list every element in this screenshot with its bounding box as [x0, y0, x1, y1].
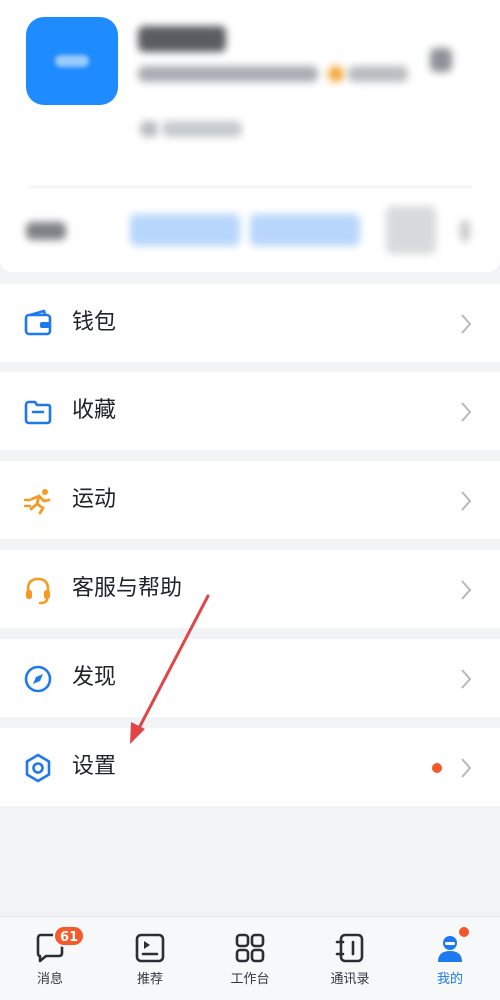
grid-icon	[233, 931, 267, 965]
profile-tag-icon	[328, 66, 344, 82]
tab-label: 推荐	[136, 972, 163, 987]
status-pill-blurred[interactable]	[250, 214, 360, 246]
wallet-icon	[22, 308, 54, 340]
avatar[interactable]	[26, 17, 118, 105]
menu-item-sports[interactable]: 运动	[0, 461, 500, 539]
profile-tag-blurred	[348, 66, 408, 82]
profile-subtitle-blurred	[138, 66, 318, 82]
profile-name-blurred	[138, 26, 226, 52]
status-pill-blurred[interactable]	[130, 214, 240, 246]
tab-me[interactable]: 我的	[400, 917, 500, 1000]
running-icon	[22, 485, 54, 517]
status-action-button[interactable]	[386, 206, 436, 254]
tab-label: 工作台	[230, 972, 270, 987]
tab-label: 通讯录	[330, 972, 370, 987]
unread-badge: 61	[53, 925, 86, 947]
menu-item-label: 钱包	[72, 310, 117, 335]
menu-item-settings[interactable]: 设置	[0, 728, 500, 806]
notification-dot	[432, 763, 442, 773]
menu-item-label: 收藏	[72, 398, 117, 423]
menu-item-label: 发现	[72, 665, 117, 690]
gear-icon	[22, 752, 54, 784]
notification-dot	[459, 927, 469, 937]
profile-status-blurred[interactable]	[162, 121, 242, 137]
chevron-right-icon	[461, 669, 472, 689]
menu-item-support[interactable]: 客服与帮助	[0, 550, 500, 628]
tab-label: 消息	[36, 972, 63, 987]
headset-icon	[22, 574, 54, 606]
chevron-right-icon	[461, 314, 472, 334]
menu-item-favorites[interactable]: 收藏	[0, 372, 500, 450]
chevron-right-icon	[460, 220, 470, 242]
feed-icon	[133, 931, 167, 965]
profile-qr-icon[interactable]	[430, 48, 452, 72]
divider	[28, 186, 472, 188]
menu-item-label: 运动	[72, 487, 117, 512]
tab-contacts[interactable]: 通讯录	[300, 917, 400, 1000]
tab-recommend[interactable]: 推荐	[100, 917, 200, 1000]
chevron-right-icon	[461, 402, 472, 422]
menu-item-label: 设置	[72, 754, 117, 779]
folder-icon	[22, 396, 54, 428]
status-label-blurred	[26, 222, 66, 240]
bottom-tab-bar: 61 消息 推荐 工作台 通讯录 我的	[0, 916, 500, 1000]
chevron-right-icon	[461, 758, 472, 778]
profile-status-icon	[140, 121, 158, 137]
chat-icon: 61	[33, 925, 86, 965]
chevron-right-icon	[461, 580, 472, 600]
user-icon	[433, 927, 469, 965]
contacts-icon	[333, 931, 367, 965]
tab-label: 我的	[436, 972, 463, 987]
compass-icon	[22, 663, 54, 695]
menu-item-wallet[interactable]: 钱包	[0, 284, 500, 362]
chevron-right-icon	[461, 491, 472, 511]
tab-workbench[interactable]: 工作台	[200, 917, 300, 1000]
menu-item-discover[interactable]: 发现	[0, 639, 500, 717]
menu-item-label: 客服与帮助	[72, 576, 183, 601]
profile-card[interactable]	[0, 0, 500, 272]
tab-messages[interactable]: 61 消息	[0, 917, 100, 1000]
